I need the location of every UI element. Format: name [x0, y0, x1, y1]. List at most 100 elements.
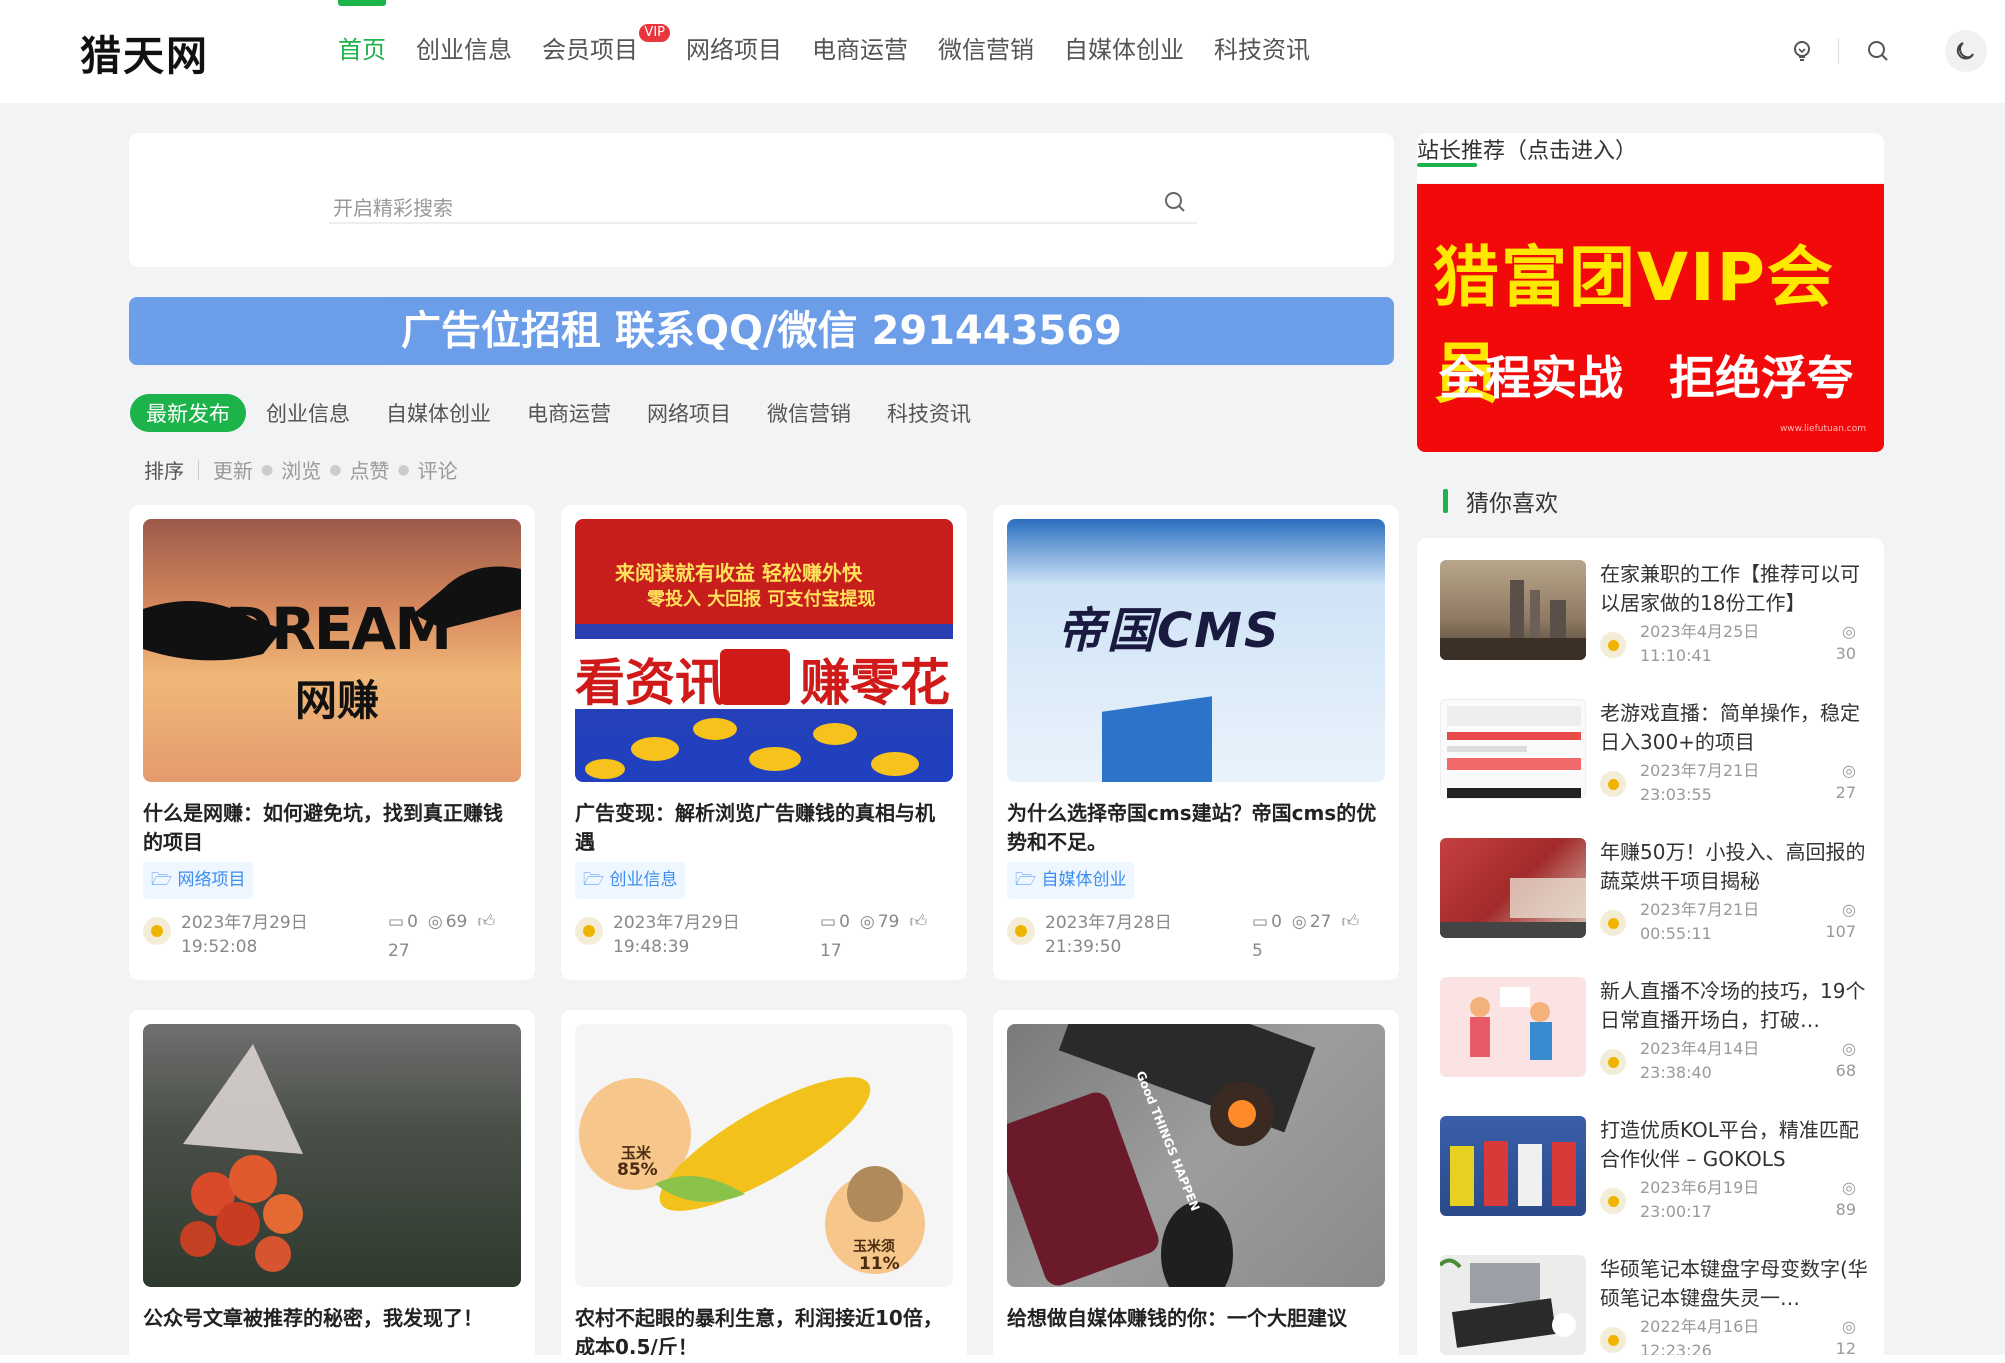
tab-media[interactable]: 自媒体创业: [386, 398, 491, 428]
eye-icon: ◎: [859, 911, 875, 932]
site-header: 猎天网 首页 创业信息 会员项目 VIP 网络项目 电商运营 微信营销 自媒体创业…: [0, 0, 2005, 103]
list-thumbnail[interactable]: [1440, 560, 1586, 660]
post-card[interactable]: Good THINGS HAPPEN 给想做自媒体赚钱的你：一个大胆建议: [993, 1010, 1399, 1363]
nav-item-ecommerce[interactable]: 电商运营: [812, 30, 908, 70]
list-item[interactable]: 华硕笔记本键盘字母变数字(华硕笔记本键盘失灵一… 2022年4月16日 12:23…: [1440, 1255, 1870, 1360]
list-item[interactable]: 在家兼职的工作【推荐可以可以居家做的18份工作】 2023年4月25日 11:10…: [1440, 560, 1870, 665]
post-thumbnail[interactable]: 来阅读就有收益 轻松赚外快 零投入 大回报 可支付宝提现 看资讯 赚零花: [575, 519, 953, 782]
post-card[interactable]: 玉米 85% 玉米须 11% 农村不起眼的暴利生意，利润接近10倍，成本0.5/…: [561, 1010, 967, 1363]
list-title[interactable]: 新人直播不冷场的技巧，19个日常直播开场白，打破…: [1600, 977, 1870, 1035]
post-card[interactable]: DREAM 网赚 什么是网赚：如何避免坑，找到真正赚钱的项目 🗁 网络项目 20…: [129, 505, 535, 980]
nav-item-media[interactable]: 自媒体创业: [1064, 30, 1184, 70]
list-title[interactable]: 老游戏直播：简单操作，稳定日入300+的项目: [1600, 699, 1870, 757]
post-meta: 2023年7月28日 21:39:50 ▭ 0 ◎ 27 👍︎ 5: [1007, 911, 1385, 961]
guess-header: 猜你喜欢: [1443, 484, 1558, 518]
sidebar-recommend-title[interactable]: 站长推荐（点击进入）: [1417, 133, 1637, 165]
sort-label: 排序: [144, 459, 184, 483]
list-item[interactable]: 老游戏直播：简单操作，稳定日入300+的项目 2023年7月21日 23:03:5…: [1440, 699, 1870, 804]
sort-option-likes[interactable]: 点赞: [349, 455, 389, 484]
tab-network[interactable]: 网络项目: [647, 398, 731, 428]
folder-icon: 🗁: [1015, 870, 1042, 890]
post-thumbnail[interactable]: DREAM 网赚: [143, 519, 521, 782]
search-icon[interactable]: [1860, 33, 1896, 69]
post-title[interactable]: 为什么选择帝国cms建站？帝国cms的优势和不足。: [1007, 799, 1385, 857]
eye-icon: ◎: [1842, 900, 1856, 919]
site-logo[interactable]: 猎天网: [80, 22, 209, 82]
list-thumbnail[interactable]: [1440, 977, 1586, 1077]
post-meta: 2023年7月29日 19:48:39 ▭ 0 ◎ 79 👍︎ 17: [575, 911, 953, 961]
list-item[interactable]: 年赚50万！小投入、高回报的蔬菜烘干项目揭秘 2023年7月21日 00:55:1…: [1440, 838, 1870, 943]
list-title[interactable]: 华硕笔记本键盘字母变数字(华硕笔记本键盘失灵一…: [1600, 1255, 1870, 1313]
comment-icon: ▭: [1252, 911, 1269, 932]
post-thumbnail[interactable]: 帝国CMS: [1007, 519, 1385, 782]
nav-item-network[interactable]: 网络项目: [686, 30, 782, 70]
folder-icon: 🗁: [151, 870, 178, 890]
list-item[interactable]: 打造优质KOL平台，精准匹配合作伙伴 – GOKOLS 2023年6月19日 23…: [1440, 1116, 1870, 1221]
post-thumbnail[interactable]: [143, 1024, 521, 1287]
list-thumbnail[interactable]: [1440, 699, 1586, 799]
thumbnail-text: DREAM: [225, 595, 452, 663]
nav-item-home[interactable]: 首页: [338, 0, 386, 70]
post-title[interactable]: 什么是网赚：如何避免坑，找到真正赚钱的项目: [143, 799, 521, 857]
nav-item-wechat[interactable]: 微信营销: [938, 30, 1034, 70]
list-thumbnail[interactable]: [1440, 1255, 1586, 1355]
post-title[interactable]: 公众号文章被推荐的秘密，我发现了！: [143, 1304, 521, 1333]
eye-icon: ◎: [1842, 1178, 1856, 1197]
post-meta: 2023年7月29日 19:52:08 ▭ 0 ◎ 69 👍︎ 27: [143, 911, 521, 961]
post-title[interactable]: 农村不起眼的暴利生意，利润接近10倍，成本0.5/斤！: [575, 1304, 953, 1362]
nav-item-tech[interactable]: 科技资讯: [1214, 30, 1310, 70]
avatar[interactable]: [1600, 632, 1626, 658]
post-category-tag[interactable]: 🗁 自媒体创业: [1007, 862, 1135, 899]
moon-icon: [1956, 42, 1974, 60]
list-item[interactable]: 新人直播不冷场的技巧，19个日常直播开场白，打破… 2023年4月14日 23:3…: [1440, 977, 1870, 1082]
tab-startup[interactable]: 创业信息: [266, 398, 350, 428]
avatar[interactable]: [1600, 1188, 1626, 1214]
vip-badge: VIP: [639, 24, 670, 42]
avatar[interactable]: [575, 917, 603, 945]
avatar[interactable]: [1600, 910, 1626, 936]
post-category-tag[interactable]: 🗁 创业信息: [575, 862, 686, 899]
search-input[interactable]: 开启精彩搜索: [329, 186, 1197, 224]
sort-option-updated[interactable]: 更新: [213, 455, 253, 484]
post-thumbnail[interactable]: 玉米 85% 玉米须 11%: [575, 1024, 953, 1287]
avatar[interactable]: [1600, 771, 1626, 797]
nav-item-vip[interactable]: 会员项目 VIP: [542, 24, 670, 70]
like-icon[interactable]: 👍︎: [1341, 911, 1359, 932]
like-icon[interactable]: 👍︎: [477, 911, 495, 932]
tab-latest[interactable]: 最新发布: [130, 394, 246, 432]
guess-title: 猜你喜欢: [1466, 491, 1558, 517]
ad-banner[interactable]: 广告位招租 联系QQ/微信 291443569: [129, 297, 1394, 365]
bulb-icon[interactable]: [1784, 33, 1820, 69]
dark-mode-toggle[interactable]: [1945, 30, 1987, 72]
sort-bar: 排序 更新 ● 浏览 ● 点赞 ● 评论: [144, 455, 458, 484]
main-nav: 首页 创业信息 会员项目 VIP 网络项目 电商运营 微信营销 自媒体创业 科技资…: [338, 0, 1340, 70]
search-panel: 开启精彩搜索: [129, 133, 1394, 267]
thumbnail-text: 网赚: [295, 676, 380, 725]
post-category-tag[interactable]: 🗁 网络项目: [143, 862, 254, 899]
list-thumbnail[interactable]: [1440, 838, 1586, 938]
list-title[interactable]: 打造优质KOL平台，精准匹配合作伙伴 – GOKOLS: [1600, 1116, 1870, 1174]
avatar[interactable]: [1600, 1327, 1626, 1353]
search-submit-icon[interactable]: [1163, 190, 1187, 218]
list-title[interactable]: 在家兼职的工作【推荐可以可以居家做的18份工作】: [1600, 560, 1870, 618]
tab-wechat[interactable]: 微信营销: [767, 398, 851, 428]
post-card[interactable]: 帝国CMS 为什么选择帝国cms建站？帝国cms的优势和不足。 🗁 自媒体创业 …: [993, 505, 1399, 980]
nav-item-startup[interactable]: 创业信息: [416, 30, 512, 70]
post-card[interactable]: 公众号文章被推荐的秘密，我发现了！: [129, 1010, 535, 1363]
tab-tech[interactable]: 科技资讯: [887, 398, 971, 428]
avatar[interactable]: [143, 917, 171, 945]
sort-divider: [198, 459, 199, 480]
sort-option-views[interactable]: 浏览: [281, 455, 321, 484]
avatar[interactable]: [1007, 917, 1035, 945]
post-title[interactable]: 给想做自媒体赚钱的你：一个大胆建议: [1007, 1304, 1385, 1333]
like-icon[interactable]: 👍︎: [909, 911, 927, 932]
post-title[interactable]: 广告变现：解析浏览广告赚钱的真相与机遇: [575, 799, 953, 857]
tab-ecommerce[interactable]: 电商运营: [527, 398, 611, 428]
sort-option-comments[interactable]: 评论: [418, 455, 458, 484]
post-card[interactable]: 来阅读就有收益 轻松赚外快 零投入 大回报 可支付宝提现 看资讯 赚零花 广告变…: [561, 505, 967, 980]
avatar[interactable]: [1600, 1049, 1626, 1075]
list-title[interactable]: 年赚50万！小投入、高回报的蔬菜烘干项目揭秘: [1600, 838, 1870, 896]
list-thumbnail[interactable]: [1440, 1116, 1586, 1216]
vip-ad-banner[interactable]: 猎富团VIP会员 全程实战 拒绝浮夸 www.liefutuan.com: [1417, 184, 1884, 452]
post-thumbnail[interactable]: Good THINGS HAPPEN: [1007, 1024, 1385, 1287]
